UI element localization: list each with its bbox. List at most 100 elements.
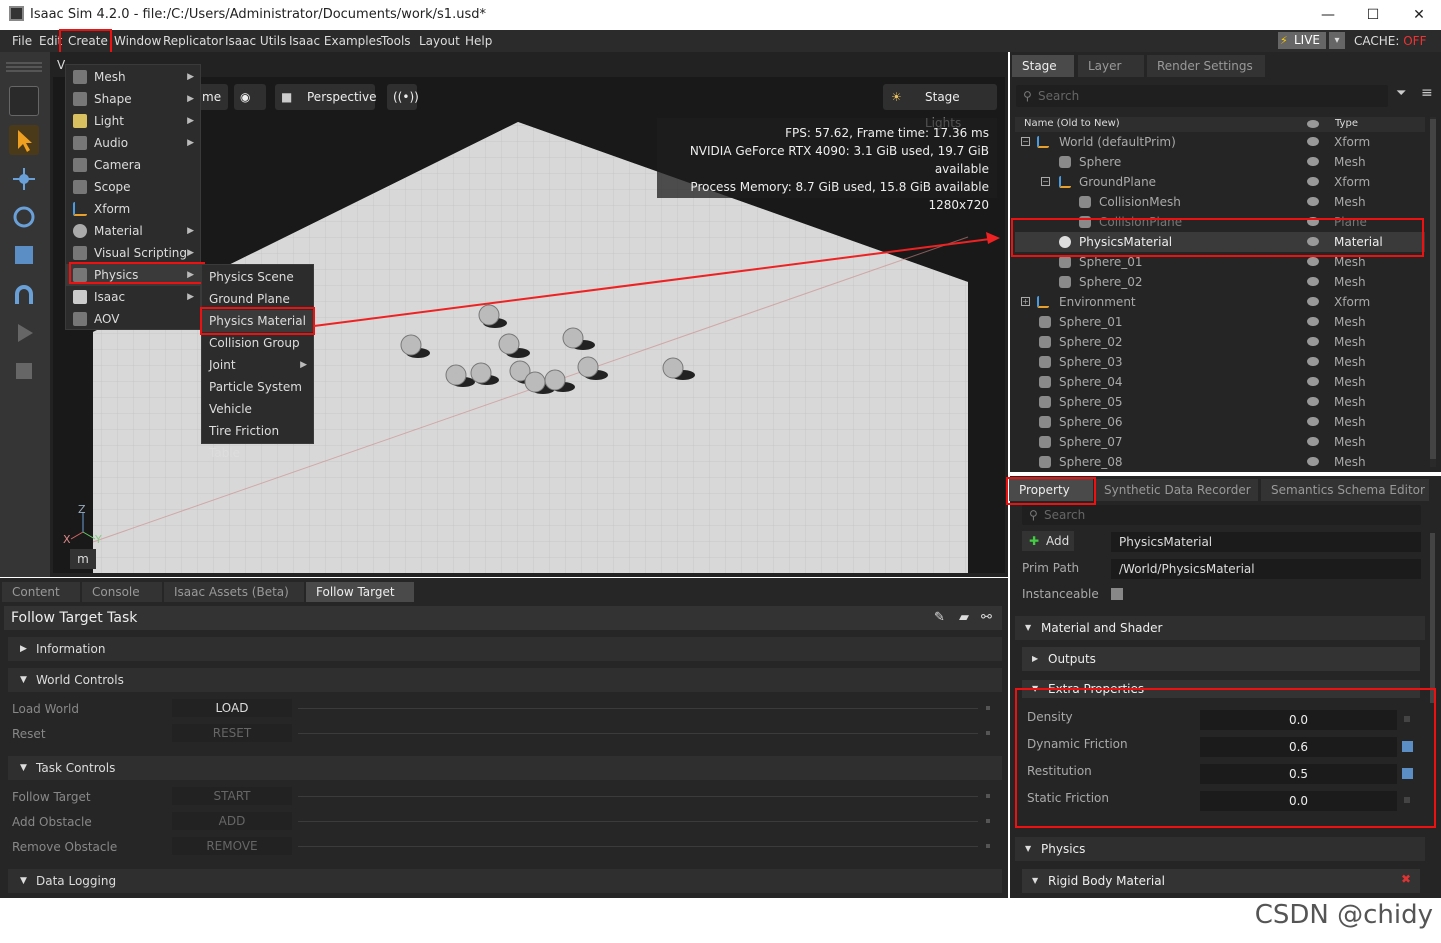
menu-file[interactable]: File: [12, 34, 32, 48]
submenu-particle-system[interactable]: Particle System: [202, 376, 313, 398]
tab-content[interactable]: Content: [2, 582, 80, 602]
stage-row-sphere-08[interactable]: Sphere_08 Mesh: [1015, 452, 1425, 472]
tab-render-settings[interactable]: Render Settings: [1147, 55, 1265, 77]
minimize-button[interactable]: —: [1313, 4, 1343, 26]
select-arrow-icon[interactable]: [9, 125, 39, 155]
stage-row-sphere-02-nested[interactable]: Sphere_02 Mesh: [1015, 272, 1425, 292]
eye-icon[interactable]: [1307, 457, 1319, 466]
menu-isaac-examples[interactable]: Isaac Examples: [289, 34, 382, 48]
add-obstacle-button[interactable]: ADD: [172, 812, 292, 830]
section-material-and-shader[interactable]: Material and Shader: [1015, 616, 1425, 640]
filter-icon[interactable]: ⏷: [1396, 86, 1406, 101]
menu-help[interactable]: Help: [465, 34, 492, 48]
collapse-icon[interactable]: −: [1021, 137, 1030, 146]
tab-console[interactable]: Console: [82, 582, 162, 602]
menu-item-isaac[interactable]: Isaac ▶: [66, 286, 200, 308]
scale-icon[interactable]: [9, 240, 39, 270]
eye-icon[interactable]: [1307, 437, 1319, 446]
submenu-collision-group[interactable]: Collision Group: [202, 332, 313, 354]
load-button[interactable]: LOAD: [172, 699, 292, 717]
section-rigid-body-material[interactable]: Rigid Body Material: [1022, 869, 1420, 893]
menu-item-xform[interactable]: Xform: [66, 198, 200, 220]
prim-name-field[interactable]: PhysicsMaterial: [1111, 532, 1421, 552]
reset-button[interactable]: RESET: [172, 724, 292, 742]
eye-icon[interactable]: [1307, 417, 1319, 426]
tab-stage[interactable]: Stage: [1012, 55, 1074, 77]
column-type-header[interactable]: Type: [1335, 118, 1358, 129]
remove-obstacle-button[interactable]: REMOVE: [172, 837, 292, 855]
tab-follow-target[interactable]: Follow Target: [306, 582, 414, 602]
collapse-icon[interactable]: −: [1041, 177, 1050, 186]
prim-path-field[interactable]: /World/PhysicsMaterial: [1111, 559, 1421, 579]
property-search-input[interactable]: Search: [1022, 505, 1421, 525]
menu-item-scope[interactable]: Scope: [66, 176, 200, 198]
perspective-camera-button[interactable]: ■ Perspective: [275, 84, 377, 110]
play-icon[interactable]: [9, 318, 39, 348]
expand-icon[interactable]: +: [1021, 297, 1030, 306]
tab-layer[interactable]: Layer: [1078, 55, 1144, 77]
instanceable-checkbox[interactable]: [1111, 588, 1123, 600]
submenu-vehicle[interactable]: Vehicle: [202, 398, 313, 420]
eye-icon[interactable]: ◉: [234, 84, 266, 110]
select-mode-icon[interactable]: [9, 86, 39, 116]
eye-icon[interactable]: [1307, 137, 1319, 146]
stage-row-collisionmesh[interactable]: CollisionMesh Mesh: [1015, 192, 1425, 212]
stage-row-environment[interactable]: + Environment Xform: [1015, 292, 1425, 312]
link-icon[interactable]: ⚯: [981, 606, 992, 630]
tab-isaac-assets[interactable]: Isaac Assets (Beta): [164, 582, 304, 602]
tab-semantics-schema-editor[interactable]: Semantics Schema Editor: [1261, 479, 1429, 501]
section-information[interactable]: Information: [8, 637, 1002, 661]
menu-item-camera[interactable]: Camera: [66, 154, 200, 176]
stage-row-sphere[interactable]: Sphere Mesh: [1015, 152, 1425, 172]
eye-icon[interactable]: [1307, 357, 1319, 366]
stage-search-input[interactable]: Search: [1016, 85, 1388, 107]
eye-icon[interactable]: [1307, 377, 1319, 386]
add-button[interactable]: ✚ Add: [1022, 531, 1074, 551]
viewport-tab[interactable]: V: [57, 58, 65, 72]
stage-scrollbar[interactable]: [1430, 117, 1436, 467]
menu-item-light[interactable]: Light ▶: [66, 110, 200, 132]
section-physics[interactable]: Physics: [1015, 837, 1425, 861]
menu-item-material[interactable]: Material ▶: [66, 220, 200, 242]
live-button[interactable]: LIVE: [1278, 32, 1326, 49]
menu-item-shape[interactable]: Shape ▶: [66, 88, 200, 110]
rotate-icon[interactable]: [9, 202, 39, 232]
snap-icon[interactable]: [9, 280, 39, 310]
eye-icon[interactable]: [1307, 397, 1319, 406]
stage-row-sphere-02[interactable]: Sphere_02 Mesh: [1015, 332, 1425, 352]
live-dropdown-icon[interactable]: ▾: [1329, 32, 1345, 49]
eye-icon[interactable]: [1307, 197, 1319, 206]
menu-replicator[interactable]: Replicator: [163, 34, 223, 48]
stop-icon[interactable]: [9, 355, 39, 385]
unit-label[interactable]: m: [70, 549, 96, 569]
eye-icon[interactable]: [1307, 337, 1319, 346]
edit-icon[interactable]: ✎: [934, 606, 945, 630]
menu-layout[interactable]: Layout: [419, 34, 460, 48]
eye-icon[interactable]: [1307, 177, 1319, 186]
eye-icon[interactable]: [1307, 297, 1319, 306]
menu-item-aov[interactable]: AOV: [66, 308, 200, 330]
close-button[interactable]: ✕: [1404, 4, 1434, 26]
start-button[interactable]: START: [172, 787, 292, 805]
menu-item-mesh[interactable]: Mesh ▶: [66, 66, 200, 88]
menu-window[interactable]: Window: [114, 34, 161, 48]
stage-row-sphere-04[interactable]: Sphere_04 Mesh: [1015, 372, 1425, 392]
eye-icon[interactable]: [1307, 277, 1319, 286]
submenu-physics-scene[interactable]: Physics Scene: [202, 266, 313, 288]
eye-icon[interactable]: [1307, 257, 1319, 266]
menu-item-audio[interactable]: Audio ▶: [66, 132, 200, 154]
stage-row-groundplane[interactable]: − GroundPlane Xform: [1015, 172, 1425, 192]
submenu-joint[interactable]: Joint ▶: [202, 354, 313, 376]
stage-row-sphere-07[interactable]: Sphere_07 Mesh: [1015, 432, 1425, 452]
menu-isaac-utils[interactable]: Isaac Utils: [225, 34, 286, 48]
section-task-controls[interactable]: Task Controls: [8, 756, 1002, 780]
column-name-header[interactable]: Name (Old to New): [1024, 118, 1120, 129]
maximize-button[interactable]: ☐: [1358, 4, 1388, 26]
eye-icon[interactable]: [1307, 157, 1319, 166]
section-outputs[interactable]: Outputs: [1022, 647, 1420, 671]
section-world-controls[interactable]: World Controls: [8, 668, 1002, 692]
broadcast-icon[interactable]: ((•)): [387, 84, 419, 110]
move-icon[interactable]: [9, 164, 39, 194]
eye-icon[interactable]: [1307, 317, 1319, 326]
tab-synthetic-data-recorder[interactable]: Synthetic Data Recorder: [1094, 479, 1258, 501]
